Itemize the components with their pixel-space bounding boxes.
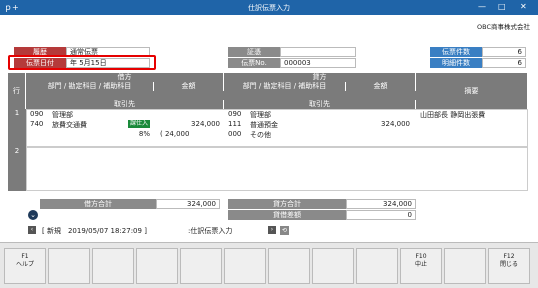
debit-dept-code: 090 bbox=[30, 110, 44, 118]
fkey-number: F10 bbox=[415, 253, 427, 260]
grid-debit-dept-header: 部門 / 勘定科目 / 補助科目 bbox=[26, 82, 154, 91]
fkey-blank-button[interactable] bbox=[268, 248, 310, 284]
fkey-blank-button[interactable] bbox=[48, 248, 90, 284]
fkey-number: F1 bbox=[21, 253, 29, 260]
fkey-f1-button[interactable]: F1 ヘルプ bbox=[4, 248, 46, 284]
status-text: [ 新規 2019/05/07 18:27:09 ] bbox=[42, 227, 147, 235]
credit-account[interactable]: 普通預金 bbox=[250, 120, 278, 130]
program-name: :仕訳伝票入力 bbox=[188, 227, 233, 235]
debit-amount[interactable]: 324,000 bbox=[160, 120, 220, 128]
expand-down-icon[interactable]: ⌄ bbox=[28, 210, 38, 220]
fkey-blank-button[interactable] bbox=[136, 248, 178, 284]
grid-debit-amount-header: 金額 bbox=[154, 82, 224, 91]
window-title: 仕訳伝票入力 bbox=[248, 4, 290, 12]
debit-total: 324,000 bbox=[156, 199, 220, 209]
fkey-f12-button[interactable]: F12 閉じる bbox=[488, 248, 530, 284]
grid-credit-header: 貸方 bbox=[224, 73, 416, 82]
debit-account-code: 740 bbox=[30, 120, 44, 128]
debit-dept: 管理部 bbox=[52, 111, 73, 119]
fkey-blank-button[interactable] bbox=[312, 248, 354, 284]
credit-amount[interactable]: 324,000 bbox=[350, 120, 410, 128]
difference-label: 貸借差額 bbox=[228, 210, 346, 220]
tax-category-badge: 課仕入 bbox=[128, 120, 151, 128]
forward-icon[interactable]: › bbox=[268, 226, 276, 234]
credit-dept: 管理部 bbox=[250, 111, 271, 119]
fkey-label: ヘルプ bbox=[15, 261, 34, 268]
grid-credit-dept-header: 部門 / 勘定科目 / 補助科目 bbox=[224, 82, 346, 91]
row-number: 1 bbox=[8, 109, 26, 147]
grid-credit-amount-header: 金額 bbox=[346, 82, 416, 91]
memo-text[interactable]: 山田部長 静岡出張費 bbox=[420, 110, 485, 120]
fkey-blank-button[interactable] bbox=[356, 248, 398, 284]
minimize-icon[interactable]: — bbox=[478, 2, 486, 11]
credit-sub-account: その他 bbox=[250, 131, 271, 139]
fkey-label: 中止 bbox=[414, 261, 427, 268]
fkey-blank-button[interactable] bbox=[92, 248, 134, 284]
grid-debit-partner-header: 取引先 bbox=[26, 100, 224, 109]
difference-value: 0 bbox=[346, 210, 416, 220]
grid-row-header: 行 bbox=[8, 73, 26, 109]
tax-amount: ( 24,000 bbox=[160, 130, 190, 138]
row-number: 2 bbox=[8, 147, 26, 191]
voucher-field[interactable] bbox=[280, 47, 356, 57]
grid-memo-header: 摘要 bbox=[416, 73, 528, 109]
detail-count-label: 明細件数 bbox=[430, 58, 482, 68]
credit-account-code: 111 bbox=[228, 120, 242, 128]
company-name: OBC商事株式会社 bbox=[477, 23, 530, 31]
debit-total-label: 借方合計 bbox=[40, 199, 156, 209]
grid-debit-header: 借方 bbox=[26, 73, 224, 82]
slip-count-label: 伝票件数 bbox=[430, 47, 482, 57]
debit-account[interactable]: 旅費交通費 bbox=[52, 120, 87, 130]
close-icon[interactable]: ✕ bbox=[520, 2, 527, 11]
fkey-number: F12 bbox=[503, 253, 515, 260]
tax-rate: 8% bbox=[138, 130, 150, 138]
slip-no-field[interactable]: 000003 bbox=[280, 58, 356, 68]
credit-total: 324,000 bbox=[346, 199, 416, 209]
table-row[interactable] bbox=[26, 147, 528, 191]
slip-count-value: 6 bbox=[482, 47, 526, 57]
back-icon[interactable]: ‹ bbox=[28, 226, 36, 234]
voucher-label: 証憑 bbox=[228, 47, 280, 57]
fkey-blank-button[interactable] bbox=[444, 248, 486, 284]
maximize-icon[interactable]: □ bbox=[498, 2, 506, 11]
fkey-f10-button[interactable]: F10 中止 bbox=[400, 248, 442, 284]
credit-sub-code: 000 bbox=[228, 130, 242, 138]
date-field[interactable]: 年 5月15日 bbox=[66, 58, 150, 68]
title-bar: ｐ+ 仕訳伝票入力 — □ ✕ bbox=[0, 0, 538, 15]
credit-total-label: 貸方合計 bbox=[228, 199, 346, 209]
refresh-icon[interactable]: ⟲ bbox=[280, 226, 289, 235]
fkey-blank-button[interactable] bbox=[224, 248, 266, 284]
fkey-blank-button[interactable] bbox=[180, 248, 222, 284]
grid-credit-partner-header: 取引先 bbox=[224, 100, 416, 109]
credit-dept-code: 090 bbox=[228, 110, 242, 118]
detail-count-value: 6 bbox=[482, 58, 526, 68]
slip-no-label: 伝票No. bbox=[228, 58, 280, 68]
date-label: 伝票日付 bbox=[14, 58, 66, 68]
fkey-label: 閉じる bbox=[499, 261, 518, 268]
